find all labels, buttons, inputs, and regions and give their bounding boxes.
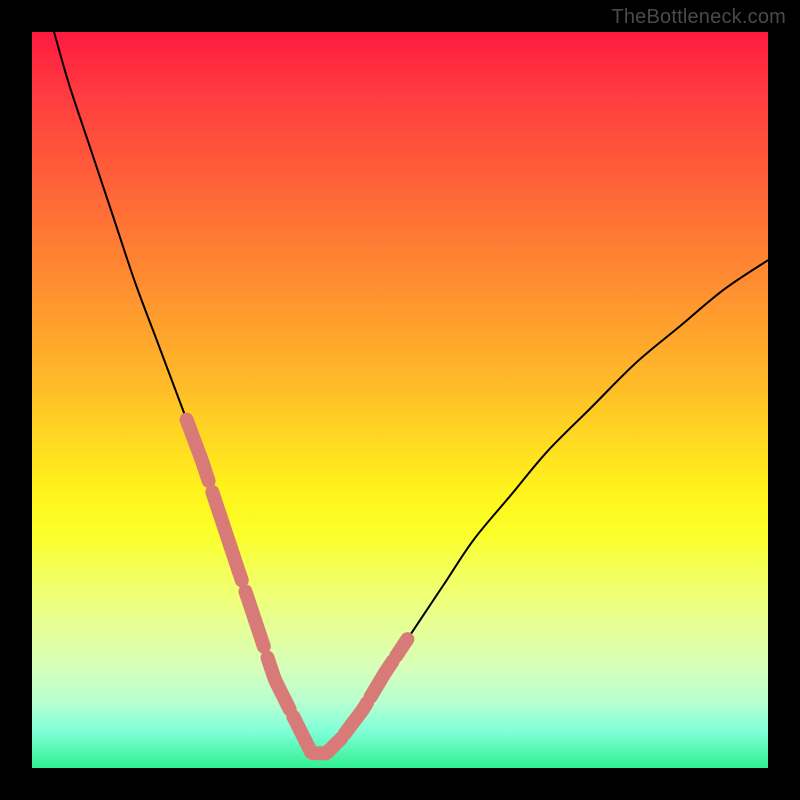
highlight-segment <box>268 658 290 710</box>
highlight-segment <box>345 703 367 734</box>
highlight-segment <box>212 492 241 580</box>
highlight-segment <box>245 591 263 646</box>
highlight-segment <box>396 639 407 656</box>
watermark-text: TheBottleneck.com <box>611 6 786 29</box>
highlight-segment <box>371 661 393 697</box>
plot-area <box>32 32 768 768</box>
chart-frame: TheBottleneck.com <box>0 0 800 800</box>
highlight-segment <box>293 716 315 753</box>
highlight-segments <box>187 420 408 754</box>
curve-layer <box>32 32 768 768</box>
highlight-segment <box>187 420 209 481</box>
bottleneck-curve <box>54 32 768 755</box>
highlight-segment <box>319 739 341 754</box>
